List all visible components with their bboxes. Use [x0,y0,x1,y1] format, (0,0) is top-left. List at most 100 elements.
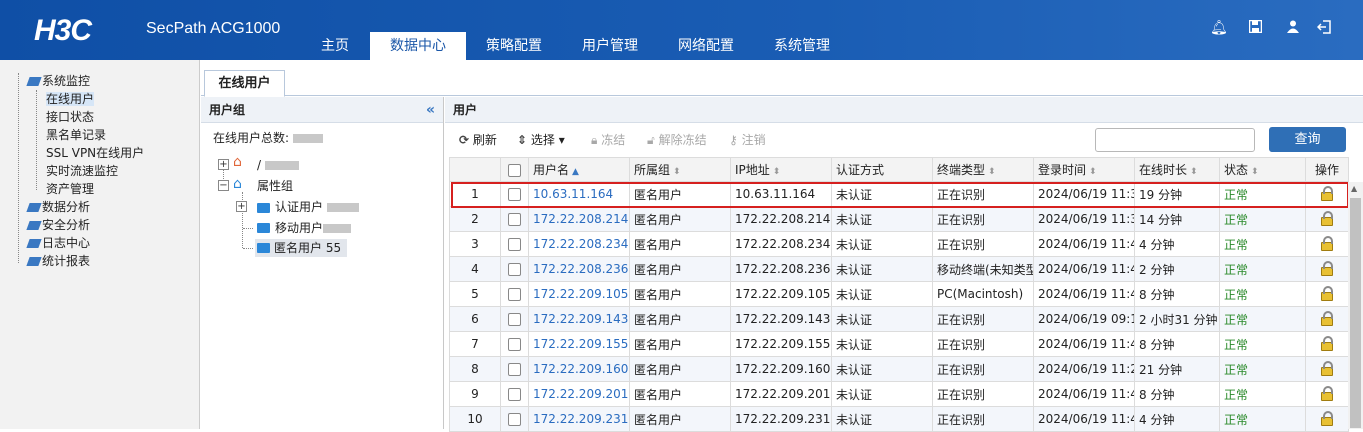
username-link[interactable]: 172.22.209.231 [528,406,630,432]
nav-system-monitor[interactable]: 系统监控 [26,72,90,90]
lock-icon[interactable] [1321,186,1333,201]
col-status[interactable]: 状态 ⬍ [1219,157,1306,182]
table-row[interactable]: 1 10.63.11.164 匿名用户 10.63.11.164 未认证 正在识别 2024… [449,181,1349,207]
nav-security-analysis[interactable]: 安全分析 [26,216,90,234]
table-row[interactable]: 8 172.22.209.160 匿名用户 172.22.209.160 未认证 正在识别… [449,356,1349,382]
select-all-checkbox[interactable] [500,157,529,182]
select-dropdown[interactable]: ⇕ 选择 ▾ [517,131,565,148]
username-link[interactable]: 10.63.11.164 [528,181,630,207]
lock-action[interactable] [1305,331,1349,357]
lock-action[interactable] [1305,206,1349,232]
scroll-up-icon[interactable]: ▲ [1351,184,1357,193]
col-duration[interactable]: 在线时长 ⬍ [1134,157,1220,182]
nav-tab-user-mgmt[interactable]: 用户管理 [570,32,650,60]
username-link[interactable]: 172.22.208.234 [528,231,630,257]
username-link[interactable]: 172.22.209.143 [528,306,630,332]
username-link[interactable]: 172.22.209.155 [528,331,630,357]
table-row[interactable]: 9 172.22.209.201 匿名用户 172.22.209.201 未认证 正在识别… [449,381,1349,407]
tree-root[interactable]: / [257,156,299,174]
row-checkbox[interactable] [500,406,529,432]
scroll-thumb[interactable] [1350,198,1361,428]
username-link[interactable]: 172.22.208.236 [528,256,630,282]
nav-tab-network[interactable]: 网络配置 [666,32,746,60]
col-username[interactable]: 用户名 ▲ [528,157,630,182]
row-checkbox[interactable] [500,256,529,282]
nav-online-users[interactable]: 在线用户 [46,90,95,108]
lock-icon[interactable] [1321,286,1333,301]
lock-action[interactable] [1305,281,1349,307]
bell-icon[interactable]: 🔔︎ [1210,20,1228,36]
lock-icon[interactable] [1321,336,1333,351]
nav-realtime-flow[interactable]: 实时流速监控 [46,162,118,180]
col-terminal[interactable]: 终端类型 ⬍ [932,157,1034,182]
row-checkbox[interactable] [500,206,529,232]
lock-icon[interactable] [1321,236,1333,251]
logout-icon[interactable] [1316,20,1332,36]
lock-action[interactable] [1305,231,1349,257]
lock-action[interactable] [1305,306,1349,332]
tab-online-users[interactable]: 在线用户 [204,70,285,97]
nav-tab-system[interactable]: 系统管理 [762,32,842,60]
tree-mobile-user[interactable]: 移动用户 [275,219,352,237]
unfreeze-button[interactable]: 🔓︎ 解除冻结 [647,131,707,148]
nav-stat-report[interactable]: 统计报表 [26,252,90,270]
lock-action[interactable] [1305,181,1349,207]
table-row[interactable]: 5 172.22.209.105 匿名用户 172.22.209.105 未认证 PC(M… [449,281,1349,307]
logout-user-button[interactable]: ⚷ 注销 [729,131,766,148]
nav-tab-data-center[interactable]: 数据中心 [370,32,466,60]
nav-asset-mgmt[interactable]: 资产管理 [46,180,94,198]
username-link[interactable]: 172.22.209.160 [528,356,630,382]
expand-icon[interactable]: + [218,159,229,170]
nav-ssl-vpn-users[interactable]: SSL VPN在线用户 [46,144,144,162]
lock-action[interactable] [1305,256,1349,282]
lock-icon[interactable] [1321,311,1333,326]
search-input[interactable] [1095,128,1255,152]
table-row[interactable]: 3 172.22.208.234 匿名用户 172.22.208.234 未认证 正在识别… [449,231,1349,257]
collapse-tree-icon[interactable]: − [218,180,229,191]
tree-auth-user[interactable]: 认证用户 [275,198,359,216]
table-row[interactable]: 7 172.22.209.155 匿名用户 172.22.209.155 未认证 正在识别… [449,331,1349,357]
nav-tab-policy[interactable]: 策略配置 [473,32,555,60]
table-row[interactable]: 2 172.22.208.214 匿名用户 172.22.208.214 未认证 正在识别… [449,206,1349,232]
lock-icon[interactable] [1321,411,1333,426]
nav-tab-home[interactable]: 主页 [306,32,364,60]
nav-log-center[interactable]: 日志中心 [26,234,90,252]
tree-attr-group[interactable]: 属性组 [257,177,293,195]
save-icon[interactable] [1247,19,1263,36]
username-link[interactable]: 172.22.209.201 [528,381,630,407]
username-link[interactable]: 172.22.209.105 [528,281,630,307]
tree-anon-user[interactable]: 匿名用户 55 [255,239,347,257]
lock-icon[interactable] [1321,261,1333,276]
freeze-button[interactable]: 🔒︎ 冻结 [591,131,625,148]
lock-icon[interactable] [1321,361,1333,376]
lock-icon[interactable] [1321,386,1333,401]
row-checkbox[interactable] [500,231,529,257]
collapse-icon[interactable]: « [426,97,435,123]
nav-blacklist[interactable]: 黑名单记录 [46,126,106,144]
lock-action[interactable] [1305,406,1349,432]
row-checkbox[interactable] [500,281,529,307]
lock-icon[interactable] [1321,211,1333,226]
expand-icon[interactable]: + [236,201,247,212]
col-group[interactable]: 所属组 ⬍ [629,157,731,182]
table-row[interactable]: 4 172.22.208.236 匿名用户 172.22.208.236 未认证 移动终端… [449,256,1349,282]
lock-action[interactable] [1305,381,1349,407]
vertical-scrollbar[interactable]: ▲ [1348,182,1363,429]
nav-interface-status[interactable]: 接口状态 [46,108,94,126]
row-checkbox[interactable] [500,331,529,357]
row-checkbox[interactable] [500,306,529,332]
row-checkbox[interactable] [500,381,529,407]
col-login-time[interactable]: 登录时间 ⬍ [1033,157,1135,182]
table-row[interactable]: 6 172.22.209.143 匿名用户 172.22.209.143 未认证 正在识别… [449,306,1349,332]
user-icon[interactable] [1285,20,1301,36]
col-ip[interactable]: IP地址 ⬍ [730,157,832,182]
username-link[interactable]: 172.22.208.214 [528,206,630,232]
row-checkbox[interactable] [500,181,529,207]
row-index: 4 [449,256,501,282]
lock-action[interactable] [1305,356,1349,382]
row-checkbox[interactable] [500,356,529,382]
refresh-button[interactable]: ⟳ 刷新 [459,131,497,148]
nav-data-analysis[interactable]: 数据分析 [26,198,90,216]
search-button[interactable]: 查询 [1269,127,1346,152]
table-row[interactable]: 10 172.22.209.231 匿名用户 172.22.209.231 未认证 正在识… [449,406,1349,432]
